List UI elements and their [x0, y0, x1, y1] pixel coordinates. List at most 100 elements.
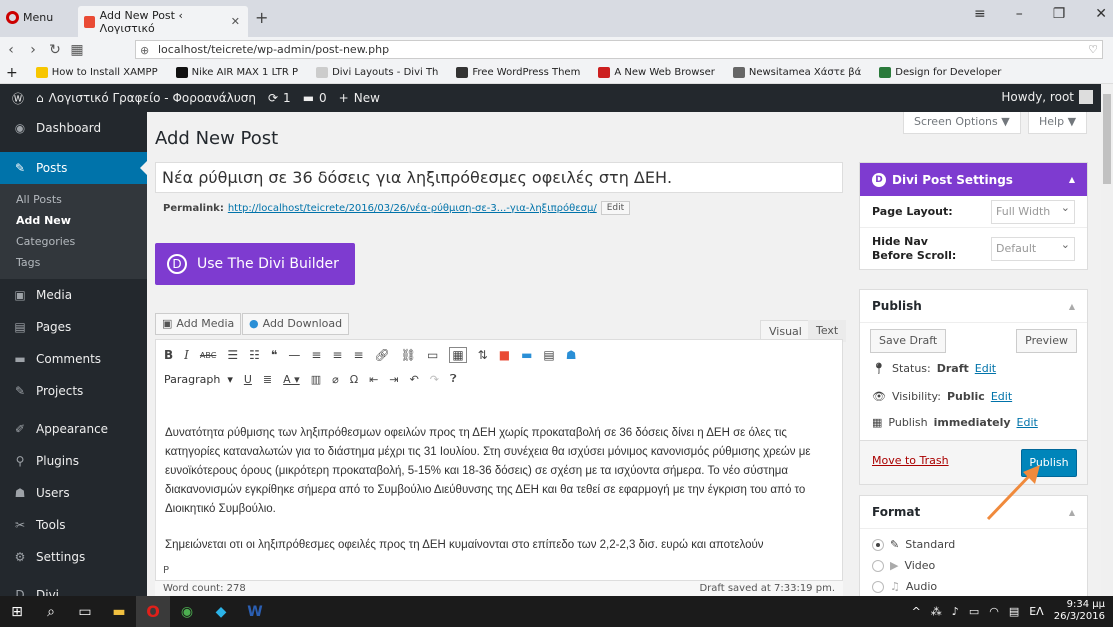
- sidebar-item-media[interactable]: ▣ Media: [0, 279, 147, 311]
- sidebar-item-comments[interactable]: ▬ Comments: [0, 343, 147, 375]
- layout-icon[interactable]: ■: [499, 348, 510, 362]
- sidebar-item-tools[interactable]: ✂ Tools: [0, 509, 147, 541]
- align-left-icon[interactable]: ≡: [311, 348, 321, 362]
- submenu-item-categories[interactable]: Categories: [0, 231, 147, 252]
- radio-button[interactable]: [872, 538, 884, 551]
- speed-dial-icon[interactable]: ▦: [66, 42, 88, 58]
- divi-builder-button[interactable]: D Use The Divi Builder: [155, 243, 355, 285]
- underline-icon[interactable]: U: [244, 373, 252, 386]
- wifi-icon[interactable]: ◠: [989, 605, 999, 618]
- numbered-list-icon[interactable]: ☷: [249, 348, 260, 362]
- reload-icon[interactable]: ↻: [44, 42, 66, 58]
- shortcode-icon[interactable]: ⇅: [478, 348, 488, 362]
- add-media-button[interactable]: ▣ Add Media: [155, 313, 242, 335]
- scrollbar-thumb[interactable]: [1103, 94, 1111, 184]
- text-color-icon[interactable]: A ▾: [283, 373, 300, 386]
- button-icon[interactable]: ▬: [521, 348, 532, 362]
- divi-settings-header[interactable]: D Divi Post Settings ▲: [860, 163, 1087, 196]
- url-input[interactable]: ⊕ localhost/teicrete/wp-admin/post-new.p…: [135, 40, 1103, 59]
- bookmark-item[interactable]: How to Install XAMPP: [35, 67, 158, 78]
- language-indicator[interactable]: ΕΛ: [1029, 605, 1043, 618]
- bold-icon[interactable]: B: [164, 348, 173, 362]
- sidebar-item-projects[interactable]: ✎ Projects: [0, 375, 147, 407]
- undo-icon[interactable]: ↶: [410, 373, 419, 386]
- format-option-standard[interactable]: ✎ Standard: [872, 538, 955, 551]
- read-more-icon[interactable]: ▭: [427, 348, 438, 362]
- align-center-icon[interactable]: ≡: [332, 348, 342, 362]
- volume-icon[interactable]: ♪: [952, 605, 959, 618]
- submenu-item-tags[interactable]: Tags: [0, 252, 147, 273]
- bookmark-item[interactable]: Free WordPress Them: [456, 67, 580, 78]
- horizontal-rule-icon[interactable]: —: [288, 348, 300, 362]
- forward-icon[interactable]: ›: [22, 42, 44, 58]
- save-draft-button[interactable]: Save Draft: [870, 329, 947, 353]
- account-menu[interactable]: Howdy, root: [1001, 90, 1093, 104]
- notifications-icon[interactable]: ▤: [1009, 605, 1019, 618]
- italic-icon[interactable]: I: [184, 348, 189, 362]
- editor-content[interactable]: Δυνατότητα ρύθμισης των ληξιπρόθεσμων οφ…: [165, 424, 833, 572]
- format-select[interactable]: Paragraph ▾: [164, 373, 233, 386]
- submenu-item-all-posts[interactable]: All Posts: [0, 189, 147, 210]
- word-icon[interactable]: W: [238, 596, 272, 627]
- status-edit-link[interactable]: Edit: [975, 362, 996, 375]
- permalink-link[interactable]: http://localhost/teicrete/2016/03/26/νέα…: [228, 203, 597, 214]
- paste-text-icon[interactable]: ▥: [311, 373, 321, 386]
- sidebar-item-plugins[interactable]: ⚲ Plugins: [0, 445, 147, 477]
- blockquote-icon[interactable]: ❝: [271, 348, 277, 362]
- add-bookmark-icon[interactable]: +: [6, 65, 18, 81]
- hide-nav-select[interactable]: Default: [991, 234, 1075, 261]
- schedule-edit-link[interactable]: Edit: [1017, 416, 1038, 429]
- move-to-trash-link[interactable]: Move to Trash: [872, 454, 949, 467]
- post-title-input[interactable]: Νέα ρύθμιση σε 36 δόσεις για ληξιπρόθεσμ…: [155, 162, 843, 193]
- visibility-edit-link[interactable]: Edit: [991, 390, 1012, 403]
- bullet-list-icon[interactable]: ☰: [227, 348, 238, 362]
- sidebar-item-appearance[interactable]: ✐ Appearance: [0, 413, 147, 445]
- tab-menu-icon[interactable]: ≡: [974, 6, 986, 22]
- task-view-icon[interactable]: ▭: [68, 596, 102, 627]
- bookmark-item[interactable]: Newsitamea Χάστε βά: [732, 67, 861, 78]
- align-right-icon[interactable]: ≡: [353, 348, 363, 362]
- outdent-icon[interactable]: ⇤: [369, 373, 378, 386]
- comments-link[interactable]: ▬ 0: [303, 91, 327, 105]
- opera-menu-button[interactable]: Menu: [6, 11, 53, 24]
- sidebar-item-settings[interactable]: ⚙ Settings: [0, 541, 147, 573]
- bookmark-item[interactable]: Design for Developer: [879, 67, 1001, 78]
- user-shortcode-icon[interactable]: ☗: [566, 348, 577, 362]
- close-window-icon[interactable]: ✕: [1095, 6, 1107, 22]
- bookmark-item[interactable]: Nike AIR MAX 1 LTR P: [175, 67, 298, 78]
- new-tab-button[interactable]: +: [255, 8, 268, 27]
- sidebar-item-dashboard[interactable]: ◉ Dashboard: [0, 112, 147, 144]
- help-button[interactable]: Help ▼: [1028, 112, 1088, 134]
- unlink-icon[interactable]: ⛓︎: [401, 348, 416, 362]
- page-layout-select[interactable]: Full Width: [991, 197, 1075, 224]
- publish-header[interactable]: Publish ▲: [860, 290, 1087, 323]
- add-download-button[interactable]: ● Add Download: [242, 313, 350, 335]
- link-icon[interactable]: 🔗︎: [375, 348, 390, 362]
- site-name-link[interactable]: ⌂ Λογιστικό Γραφείο - Φοροανάλυση: [36, 91, 256, 105]
- justify-icon[interactable]: ≣: [263, 373, 272, 386]
- redo-icon[interactable]: ↷: [430, 373, 439, 386]
- radio-button[interactable]: [872, 580, 884, 593]
- close-tab-icon[interactable]: ✕: [231, 15, 240, 28]
- bookmark-heart-icon[interactable]: ♡: [1088, 41, 1098, 58]
- special-character-icon[interactable]: Ω: [350, 373, 358, 386]
- collapse-icon[interactable]: ▲: [1069, 508, 1075, 517]
- windows-start-icon[interactable]: ⊞: [0, 596, 34, 627]
- strikethrough-icon[interactable]: ABC: [200, 351, 216, 360]
- back-icon[interactable]: ‹: [0, 42, 22, 58]
- clear-formatting-icon[interactable]: ⌀: [332, 373, 339, 386]
- sidebar-item-pages[interactable]: ▤ Pages: [0, 311, 147, 343]
- battery-icon[interactable]: ▭: [969, 605, 979, 618]
- tray-expand-icon[interactable]: ^: [912, 605, 921, 618]
- collapse-icon[interactable]: ▲: [1069, 175, 1075, 184]
- minimize-icon[interactable]: –: [1016, 6, 1023, 22]
- toolbar-toggle-icon[interactable]: ▦: [449, 347, 467, 363]
- submenu-item-add-new[interactable]: Add New: [0, 210, 147, 231]
- sidebar-item-users[interactable]: ☗ Users: [0, 477, 147, 509]
- collapse-icon[interactable]: ▲: [1069, 302, 1075, 311]
- format-header[interactable]: Format ▲: [860, 496, 1087, 529]
- bookmark-item[interactable]: A New Web Browser: [598, 67, 715, 78]
- box-icon[interactable]: ▤: [543, 348, 554, 362]
- sidebar-item-divi[interactable]: D Divi: [0, 579, 147, 596]
- new-content-link[interactable]: + New: [339, 91, 380, 105]
